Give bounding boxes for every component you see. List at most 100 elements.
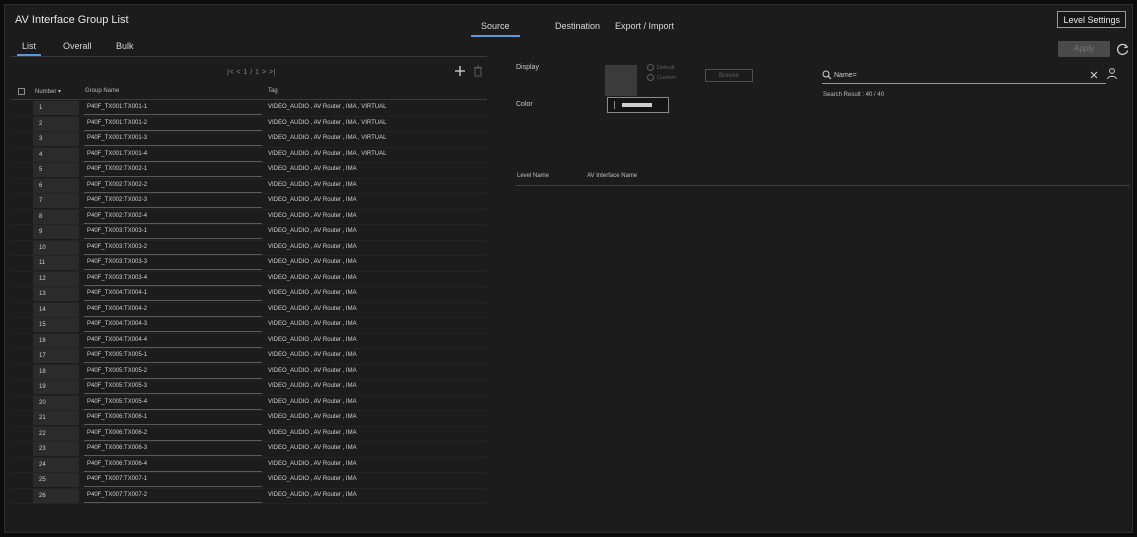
row-group-name[interactable]: P40F_TX004:TX004-3 <box>84 318 262 332</box>
row-number: 10 <box>33 240 79 255</box>
table-row[interactable]: 21 P40F_TX006:TX006-1 VIDEO_AUDIO , AV Rou… <box>11 411 487 427</box>
search-input[interactable] <box>834 69 1084 81</box>
row-group-name[interactable]: P40F_TX005:TX005-4 <box>84 396 262 410</box>
column-header-group-name[interactable]: Group Name <box>85 88 119 94</box>
table-row[interactable]: 3 P40F_TX001:TX001-3 VIDEO_AUDIO , AV Rout… <box>11 132 487 148</box>
row-group-name[interactable]: P40F_TX005:TX005-1 <box>84 349 262 363</box>
row-number: 6 <box>33 178 79 193</box>
row-tag: VIDEO_AUDIO , AV Router , IMA , VIRTUAL <box>268 104 387 110</box>
color-picker[interactable] <box>607 97 669 113</box>
row-group-name[interactable]: P40F_TX003:TX003-4 <box>84 272 262 286</box>
table-row[interactable]: 2 P40F_TX001:TX001-2 VIDEO_AUDIO , AV Rout… <box>11 116 487 132</box>
row-group-name[interactable]: P40F_TX005:TX005-3 <box>84 380 262 394</box>
table-row[interactable]: 6 P40F_TX002:TX002-2 VIDEO_AUDIO , AV Rout… <box>11 178 487 194</box>
level-settings-button[interactable]: Level Settings <box>1057 11 1126 28</box>
row-tag: VIDEO_AUDIO , AV Router , IMA <box>268 352 357 358</box>
browse-button[interactable]: Browse <box>705 69 753 82</box>
column-header-number[interactable]: Number ▾ <box>35 88 61 95</box>
row-group-name[interactable]: P40F_TX006:TX006-1 <box>84 411 262 425</box>
radio-custom[interactable]: Custom <box>647 73 676 83</box>
tab-export-import[interactable]: Export / Import <box>615 21 674 31</box>
table-row[interactable]: 19 P40F_TX005:TX005-3 VIDEO_AUDIO , AV Rou… <box>11 380 487 396</box>
table-row[interactable]: 20 P40F_TX005:TX005-4 VIDEO_AUDIO , AV Rou… <box>11 395 487 411</box>
column-header-level-name[interactable]: Level Name <box>517 173 549 179</box>
row-tag: VIDEO_AUDIO , AV Router , IMA <box>268 429 357 436</box>
row-group-name[interactable]: P40F_TX004:TX004-1 <box>84 287 262 301</box>
row-group-name[interactable]: P40F_TX002:TX002-2 <box>84 179 262 193</box>
row-group-name[interactable]: P40F_TX004:TX004-4 <box>84 334 262 348</box>
row-group-name[interactable]: P40F_TX003:TX003-1 <box>84 225 262 239</box>
table-row[interactable]: 1 P40F_TX001:TX001-1 VIDEO_AUDIO , AV Rout… <box>11 101 487 117</box>
row-tag: VIDEO_AUDIO , AV Router , IMA <box>268 398 357 405</box>
close-icon[interactable] <box>1090 71 1098 79</box>
row-group-name[interactable]: P40F_TX002:TX002-1 <box>84 163 262 177</box>
radio-default[interactable]: Default <box>647 63 676 73</box>
row-number: 24 <box>33 457 79 472</box>
table-row[interactable]: 25 P40F_TX007:TX007-1 VIDEO_AUDIO , AV Rou… <box>11 473 487 489</box>
row-number: 17 <box>33 349 79 363</box>
row-number: 25 <box>33 473 79 487</box>
row-group-name[interactable]: P40F_TX006:TX006-4 <box>84 458 262 472</box>
level-table-divider <box>515 185 1130 186</box>
table-row[interactable]: 9 P40F_TX003:TX003-1 VIDEO_AUDIO , AV Rout… <box>11 225 487 241</box>
row-group-name[interactable]: P40F_TX003:TX003-3 <box>84 256 262 270</box>
table-row[interactable]: 18 P40F_TX005:TX005-2 VIDEO_AUDIO , AV Rou… <box>11 364 487 380</box>
table-row[interactable]: 13 P40F_TX004:TX004-1 VIDEO_AUDIO , AV Rou… <box>11 287 487 303</box>
table-row[interactable]: 23 P40F_TX006:TX006-3 VIDEO_AUDIO , AV Rou… <box>11 442 487 458</box>
row-number: 19 <box>33 380 79 394</box>
column-header-av-interface-name[interactable]: AV Interface Name <box>587 173 637 179</box>
table-row[interactable]: 12 P40F_TX003:TX003-4 VIDEO_AUDIO , AV Rou… <box>11 271 487 287</box>
tab-bulk[interactable]: Bulk <box>116 41 134 51</box>
trash-icon[interactable] <box>473 65 483 77</box>
row-tag: VIDEO_AUDIO , AV Router , IMA <box>268 460 357 467</box>
table-row[interactable]: 24 P40F_TX006:TX006-4 VIDEO_AUDIO , AV Rou… <box>11 457 487 473</box>
table-row[interactable]: 11 P40F_TX003:TX003-3 VIDEO_AUDIO , AV Rou… <box>11 256 487 272</box>
row-group-name[interactable]: P40F_TX001:TX001-3 <box>84 132 262 146</box>
level-table-header: Level Name AV Interface Name <box>515 169 1130 185</box>
table-row[interactable]: 17 P40F_TX005:TX005-1 VIDEO_AUDIO , AV Rou… <box>11 349 487 365</box>
tab-overall[interactable]: Overall <box>63 41 92 51</box>
table-row[interactable]: 26 P40F_TX007:TX007-2 VIDEO_AUDIO , AV Rou… <box>11 488 487 504</box>
row-group-name[interactable]: P40F_TX004:TX004-2 <box>84 303 262 317</box>
row-group-name[interactable]: P40F_TX006:TX006-3 <box>84 442 262 456</box>
row-group-name[interactable]: P40F_TX001:TX001-2 <box>84 117 262 131</box>
row-group-name[interactable]: P40F_TX006:TX006-2 <box>84 427 262 441</box>
add-icon[interactable] <box>454 65 466 77</box>
column-header-tag[interactable]: Tag <box>268 88 278 94</box>
row-group-name[interactable]: P40F_TX007:TX007-2 <box>84 489 262 503</box>
table-row[interactable]: 22 P40F_TX006:TX006-2 VIDEO_AUDIO , AV Rou… <box>11 426 487 442</box>
table-row[interactable]: 5 P40F_TX002:TX002-1 VIDEO_AUDIO , AV Rout… <box>11 163 487 179</box>
table-row[interactable]: 4 P40F_TX001:TX001-4 VIDEO_AUDIO , AV Rout… <box>11 147 487 163</box>
table-row[interactable]: 14 P40F_TX004:TX004-2 VIDEO_AUDIO , AV Rou… <box>11 302 487 318</box>
row-group-name[interactable]: P40F_TX002:TX002-4 <box>84 210 262 224</box>
tab-destination[interactable]: Destination <box>555 21 600 31</box>
row-group-name[interactable]: P40F_TX007:TX007-1 <box>84 473 262 487</box>
pagination[interactable]: |< < 1 / 1 > >| <box>227 69 276 76</box>
row-group-name[interactable]: P40F_TX003:TX003-2 <box>84 241 262 255</box>
search-bar <box>822 69 1106 84</box>
row-number: 3 <box>33 132 79 146</box>
apply-button[interactable]: Apply <box>1058 41 1110 57</box>
table-row[interactable]: 15 P40F_TX004:TX004-3 VIDEO_AUDIO , AV Rou… <box>11 318 487 334</box>
row-tag: VIDEO_AUDIO , AV Router , IMA , VIRTUAL <box>268 135 387 141</box>
tab-source[interactable]: Source <box>471 21 519 37</box>
table-body: 1 P40F_TX001:TX001-1 VIDEO_AUDIO , AV Rout… <box>11 101 487 504</box>
row-number: 5 <box>33 163 79 177</box>
table-row[interactable]: 10 P40F_TX003:TX003-2 VIDEO_AUDIO , AV Rou… <box>11 240 487 256</box>
row-number: 9 <box>33 225 79 239</box>
row-group-name[interactable]: P40F_TX001:TX001-1 <box>84 101 262 115</box>
row-group-name[interactable]: P40F_TX002:TX002-3 <box>84 194 262 208</box>
table-row[interactable]: 8 P40F_TX002:TX002-4 VIDEO_AUDIO , AV Rout… <box>11 209 487 225</box>
table-row[interactable]: 7 P40F_TX002:TX002-3 VIDEO_AUDIO , AV Rout… <box>11 194 487 210</box>
refresh-icon[interactable] <box>1116 42 1130 56</box>
person-search-icon[interactable] <box>1106 67 1119 80</box>
display-label: Display <box>516 64 539 71</box>
row-tag: VIDEO_AUDIO , AV Router , IMA <box>268 259 357 265</box>
table-row[interactable]: 16 P40F_TX004:TX004-4 VIDEO_AUDIO , AV Rou… <box>11 333 487 349</box>
row-tag: VIDEO_AUDIO , AV Router , IMA <box>268 243 357 250</box>
row-number: 4 <box>33 147 79 162</box>
tab-list[interactable]: List <box>16 41 42 56</box>
row-group-name[interactable]: P40F_TX005:TX005-2 <box>84 365 262 379</box>
row-group-name[interactable]: P40F_TX001:TX001-4 <box>84 148 262 162</box>
row-number: 14 <box>33 302 79 317</box>
